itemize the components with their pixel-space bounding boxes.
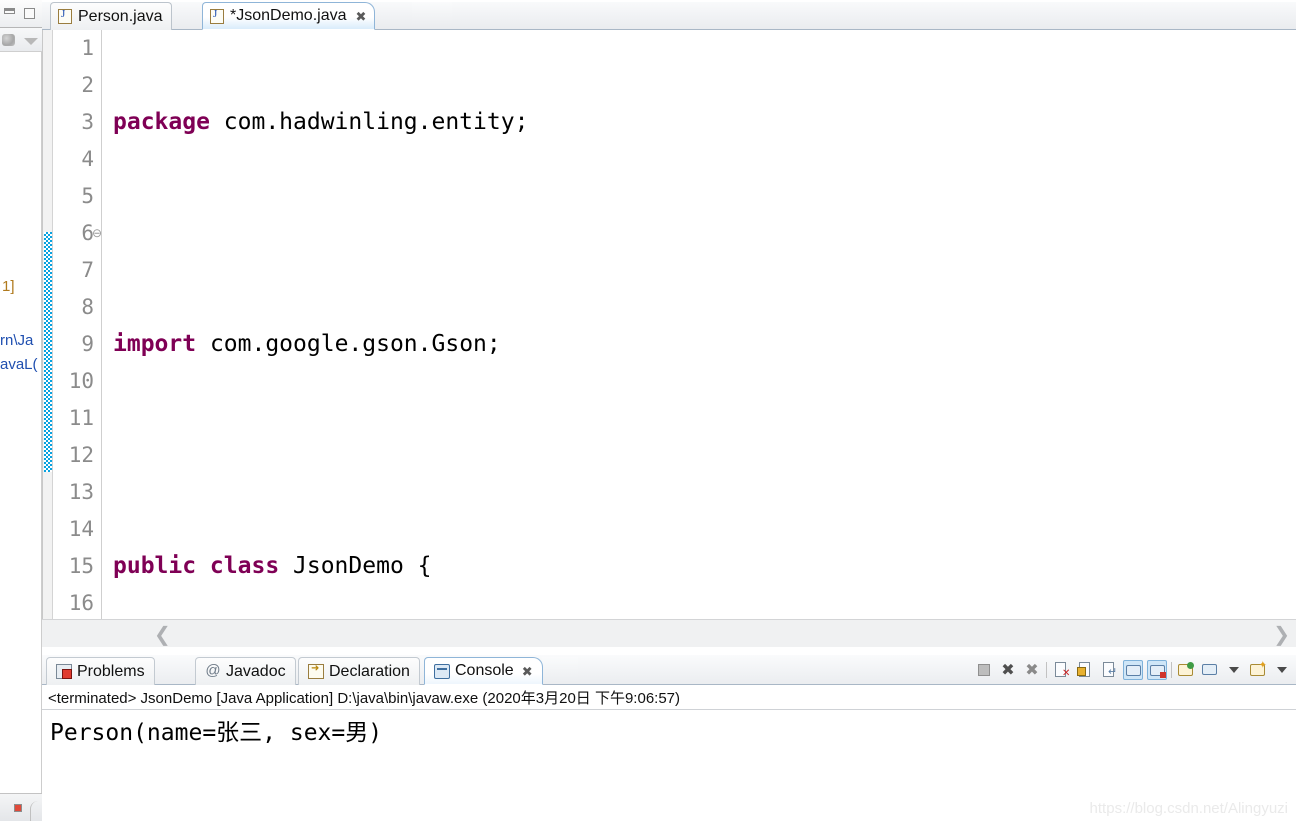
editor-tabbar-filler — [412, 2, 452, 30]
show-console-on-output-icon[interactable] — [1123, 660, 1143, 680]
clear-console-icon[interactable] — [1051, 660, 1071, 680]
line-number: 1 — [81, 36, 94, 60]
tab-problems[interactable]: Problems — [46, 657, 155, 685]
tab-declaration[interactable]: Declaration — [298, 657, 420, 685]
editor-tab-jsondemo-java[interactable]: *JsonDemo.java ✖ — [202, 2, 376, 30]
editor-tabbar: Person.java *JsonDemo.java ✖ — [42, 0, 1296, 30]
line-number: 8 — [81, 295, 94, 319]
launch-configuration-header: <terminated> JsonDemo [Java Application]… — [42, 685, 1296, 710]
editor-tab-label: *JsonDemo.java — [230, 7, 347, 24]
line-number: 14 — [68, 517, 94, 541]
left-partial-panel: 1] rn\Ja avaL( — [0, 0, 42, 821]
close-icon[interactable]: ✖ — [356, 10, 367, 23]
line-number: 3 — [81, 110, 94, 134]
left-panel-toolbar — [0, 28, 42, 52]
pin-console-icon[interactable] — [1176, 660, 1196, 680]
scroll-right-icon[interactable]: ❯ — [1273, 624, 1290, 644]
line-number: 2 — [81, 73, 94, 97]
code-line[interactable]: import com.google.gson.Gson; — [105, 326, 1284, 363]
line-number-gutter: 1 2 3 4 5 6 ⊖ 7 8 9 10 11 12 13 14 15 16 — [54, 30, 102, 619]
tab-console[interactable]: Console ✖ — [424, 657, 543, 685]
scroll-left-icon[interactable]: ❮ — [154, 624, 171, 644]
javadoc-icon: @ — [205, 662, 221, 679]
toolbar-separator — [1171, 662, 1172, 678]
display-selected-console-icon[interactable] — [1200, 660, 1220, 680]
minimize-icon[interactable] — [4, 8, 15, 14]
left-panel-body[interactable]: 1] rn\Ja avaL( — [0, 52, 42, 793]
line-number: 7 — [81, 258, 94, 282]
left-fragment-text: avaL( — [0, 356, 38, 373]
open-console-icon[interactable] — [1248, 660, 1268, 680]
tab-label: Javadoc — [226, 662, 286, 680]
java-file-icon — [210, 8, 224, 24]
console-icon — [434, 663, 450, 679]
java-file-icon — [58, 8, 72, 24]
editor-part: Person.java *JsonDemo.java ✖ 1 2 3 4 5 6… — [42, 0, 1296, 648]
declaration-icon — [308, 663, 324, 679]
tab-curve-divider — [30, 801, 42, 821]
line-number: 13 — [68, 480, 94, 504]
open-console-menu-icon[interactable] — [1272, 660, 1292, 680]
line-number: 11 — [68, 406, 94, 430]
line-number: 10 — [68, 369, 94, 393]
code-line[interactable] — [105, 215, 1284, 252]
code-editor-area[interactable]: 1 2 3 4 5 6 ⊖ 7 8 9 10 11 12 13 14 15 16… — [42, 30, 1296, 619]
line-number: 5 — [81, 184, 94, 208]
maximize-icon[interactable] — [24, 8, 35, 19]
left-panel-bottom-tabbar — [0, 793, 42, 821]
left-fragment-text: 1] — [2, 278, 15, 295]
console-tabbar: Problems @ Javadoc Declaration Console ✖… — [42, 655, 1296, 685]
terminate-icon[interactable] — [974, 660, 994, 680]
left-fragment-text: rn\Ja — [0, 332, 34, 349]
code-line[interactable]: package com.hadwinling.entity; — [105, 104, 1284, 141]
close-icon[interactable]: ✖ — [522, 665, 533, 678]
line-number: 16 — [68, 591, 94, 615]
tab-label: Declaration — [329, 662, 410, 680]
tab-label: Console — [455, 662, 514, 679]
editor-horizontal-scrollbar[interactable]: ❮ ❯ — [42, 619, 1296, 647]
show-console-on-error-icon[interactable] — [1147, 660, 1167, 680]
toolbar-separator — [1046, 662, 1047, 678]
problems-icon — [56, 664, 72, 679]
word-wrap-icon[interactable] — [1099, 660, 1119, 680]
editor-tab-person-java[interactable]: Person.java — [50, 2, 172, 30]
editor-vertical-scrollbar[interactable] — [1284, 30, 1296, 619]
remove-all-terminated-icon[interactable]: ✖ — [1022, 660, 1042, 680]
code-line[interactable]: public class JsonDemo { — [105, 548, 1284, 585]
scroll-lock-icon[interactable] — [1075, 660, 1095, 680]
fold-collapse-icon[interactable]: ⊖ — [91, 215, 103, 252]
tab-label: Problems — [77, 662, 145, 680]
remove-launch-icon[interactable]: ✖ — [998, 660, 1018, 680]
line-number: 6 — [81, 221, 94, 245]
view-menu-icon[interactable] — [2, 34, 15, 46]
line-number: 9 — [81, 332, 94, 356]
collapse-icon[interactable] — [24, 38, 38, 45]
line-number: 15 — [68, 554, 94, 578]
code-text-content[interactable]: package com.hadwinling.entity; import co… — [105, 30, 1284, 619]
console-tabbar-filler — [542, 657, 578, 685]
code-line[interactable] — [105, 437, 1284, 474]
change-bar-indicator — [44, 232, 52, 472]
console-part: Problems @ Javadoc Declaration Console ✖… — [42, 655, 1296, 821]
line-number: 12 — [68, 443, 94, 467]
editor-tab-label: Person.java — [78, 7, 163, 25]
line-number: 4 — [81, 147, 94, 171]
breakpoint-icon[interactable] — [14, 804, 22, 812]
console-toolbar: ✖ ✖ — [974, 657, 1292, 683]
watermark-text: https://blog.csdn.net/Alingyuzi — [1089, 800, 1288, 817]
left-panel-tabbar — [0, 0, 42, 28]
display-selected-console-menu-icon[interactable] — [1224, 660, 1244, 680]
tab-javadoc[interactable]: @ Javadoc — [195, 657, 296, 685]
